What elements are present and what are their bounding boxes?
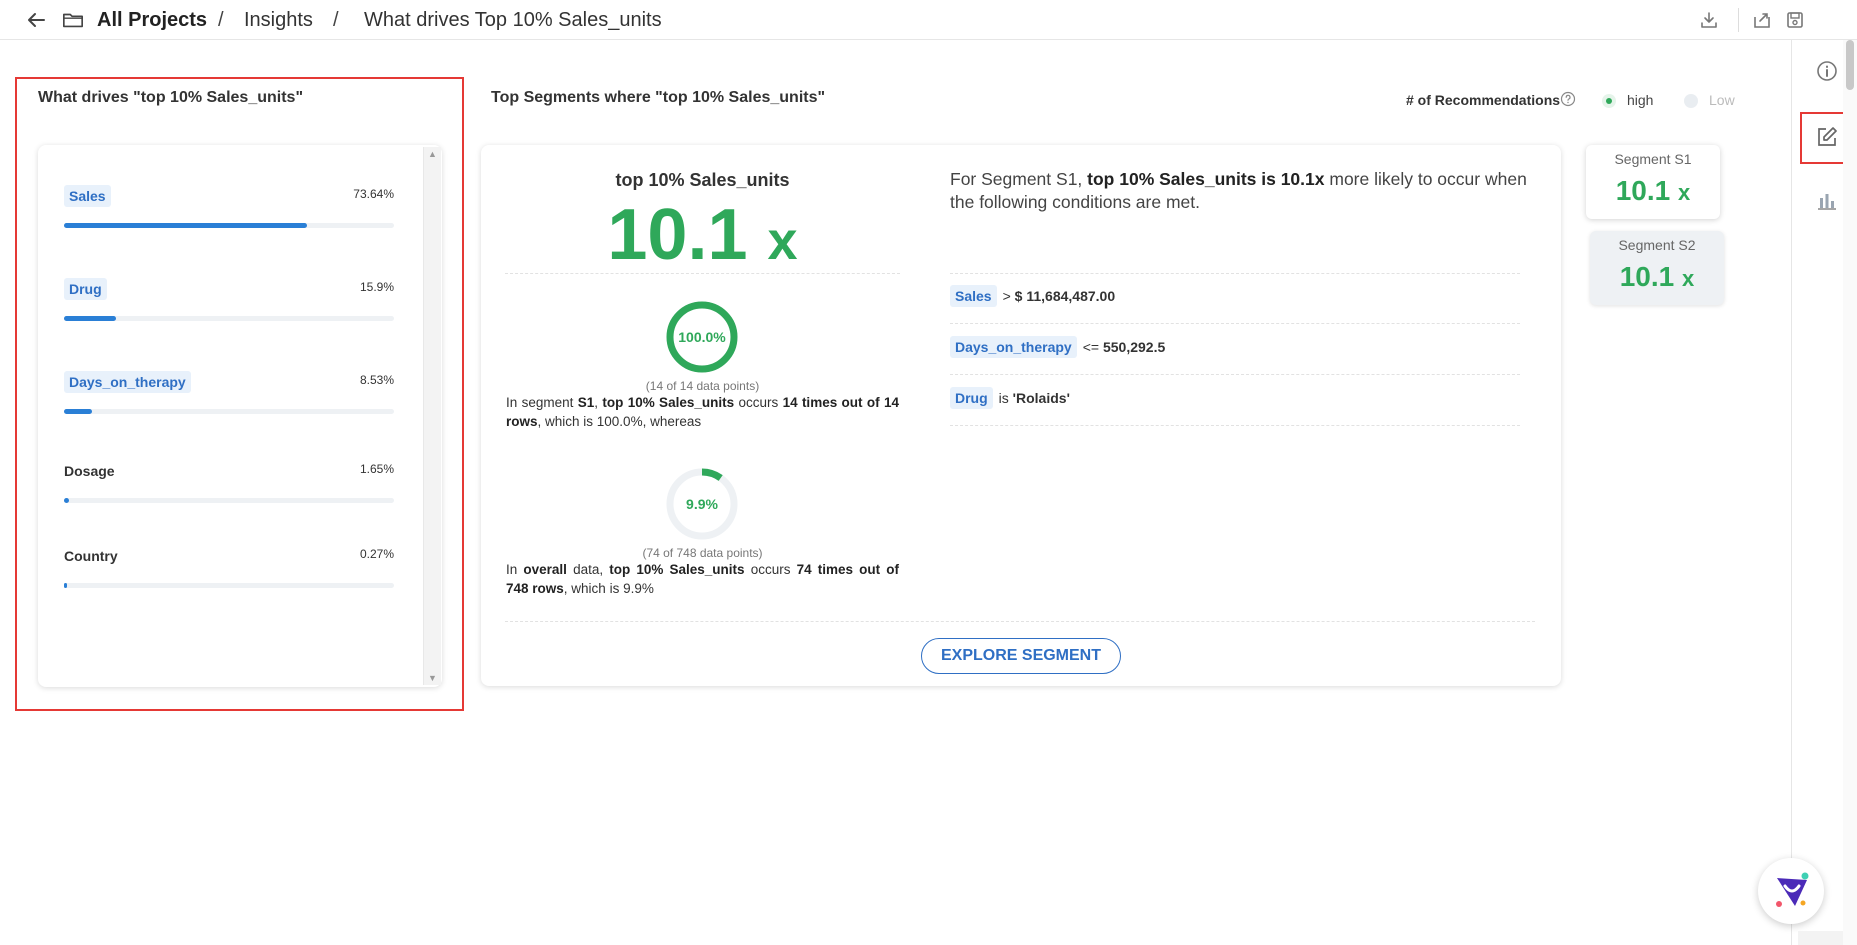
- segment-summary: For Segment S1, top 10% Sales_units is 1…: [950, 169, 1527, 212]
- segment-card-number: 10.1: [1615, 175, 1671, 206]
- radio-high[interactable]: [1602, 94, 1616, 108]
- driver-bar-track: [64, 583, 394, 588]
- driver-row[interactable]: Dosage 1.65%: [64, 460, 394, 510]
- divider: [505, 621, 1535, 622]
- breadcrumb-separator: /: [218, 9, 224, 31]
- driver-label: Days_on_therapy: [64, 371, 191, 393]
- driver-bar-fill: [64, 498, 69, 503]
- drivers-scrollbar[interactable]: ▲ ▼: [423, 147, 441, 685]
- segment-card-s1[interactable]: Segment S1 10.1 x: [1586, 145, 1720, 219]
- page-vertical-scrollbar[interactable]: [1843, 40, 1857, 945]
- driver-label: Drug: [64, 278, 107, 300]
- drivers-title: What drives "top 10% Sales_units": [38, 89, 304, 106]
- driver-row[interactable]: Sales 73.64%: [64, 185, 394, 235]
- divider: [950, 323, 1520, 324]
- segment-card-s2[interactable]: Segment S2 10.1 x: [1590, 231, 1724, 305]
- divider: [950, 425, 1520, 426]
- condition-operator: <=: [1082, 339, 1103, 355]
- share-icon[interactable]: [1752, 10, 1772, 30]
- breadcrumb-insights[interactable]: Insights: [244, 9, 313, 32]
- driver-bar-fill: [64, 409, 92, 414]
- condition-row: Sales > $ 11,684,487.00: [950, 285, 1115, 307]
- segment-card-value: 10.1 x: [1586, 175, 1720, 207]
- driver-percentage: 15.9%: [359, 280, 394, 294]
- top-header: All Projects / Insights / What drives To…: [0, 0, 1857, 40]
- driver-bar-fill: [64, 583, 67, 588]
- segment-card-unit: x: [1682, 266, 1695, 291]
- driver-bar-track: [64, 316, 394, 321]
- driver-label: Dosage: [64, 463, 115, 479]
- radio-low-label[interactable]: Low: [1709, 92, 1735, 108]
- chat-assistant-icon: [1776, 872, 1809, 907]
- overall-explanation: In overall data, top 10% Sales_units occ…: [506, 562, 900, 596]
- edit-icon[interactable]: [1815, 125, 1839, 149]
- segment-data-points: (14 of 14 data points): [645, 379, 760, 393]
- driver-percentage: 8.53%: [359, 373, 394, 387]
- chat-assistant-button[interactable]: [1758, 858, 1824, 924]
- scroll-up-icon[interactable]: ▲: [428, 149, 437, 159]
- driver-row[interactable]: Drug 15.9%: [64, 278, 394, 328]
- scroll-down-icon[interactable]: ▼: [428, 673, 437, 683]
- driver-label: Country: [64, 548, 118, 564]
- segment-donut-label: 100.0%: [678, 329, 726, 345]
- driver-row[interactable]: Days_on_therapy 8.53%: [64, 371, 394, 421]
- condition-value: 550,292.5: [1102, 339, 1166, 355]
- driver-bar-track: [64, 409, 394, 414]
- overall-donut-label: 9.9%: [686, 496, 718, 512]
- segment-multiplier: 10.1 x: [505, 194, 900, 282]
- condition-row: Drug is 'Rolaids': [950, 387, 1070, 409]
- help-circle-icon[interactable]: [1560, 91, 1576, 107]
- download-icon[interactable]: [1699, 10, 1719, 30]
- recommendations-label: # of Recommendations: [1406, 92, 1561, 108]
- driver-bar-fill: [64, 316, 116, 321]
- divider: [950, 374, 1520, 375]
- driver-percentage: 0.27%: [359, 547, 394, 561]
- divider: [950, 273, 1520, 274]
- segment-card-number: 10.1: [1619, 261, 1675, 292]
- radio-high-label[interactable]: high: [1627, 92, 1653, 108]
- folder-icon: [63, 13, 83, 28]
- explore-segment-button[interactable]: EXPLORE SEGMENT: [921, 638, 1121, 674]
- breadcrumb-all-projects[interactable]: All Projects: [97, 9, 207, 32]
- page-horizontal-scrollbar[interactable]: [1798, 931, 1843, 945]
- breadcrumb-current-page: What drives Top 10% Sales_units: [364, 9, 662, 31]
- bar-chart-icon[interactable]: [1815, 188, 1839, 212]
- condition-row: Days_on_therapy <= 550,292.5: [950, 336, 1165, 358]
- driver-percentage: 1.65%: [359, 462, 394, 476]
- segment-target-name: top 10% Sales_units: [615, 170, 790, 190]
- breadcrumb-separator: /: [333, 9, 339, 31]
- driver-bar-track: [64, 223, 394, 228]
- driver-row[interactable]: Country 0.27%: [64, 545, 394, 595]
- segment-card-value: 10.1 x: [1590, 261, 1724, 293]
- right-rail-divider: [1791, 40, 1792, 945]
- overall-data-points: (74 of 748 data points): [642, 546, 763, 560]
- driver-bar-fill: [64, 223, 307, 228]
- radio-low[interactable]: [1684, 94, 1698, 108]
- multiplier-value: 10.1: [607, 195, 748, 275]
- segments-title: Top Segments where "top 10% Sales_units": [491, 89, 826, 106]
- condition-value: 'Rolaids': [1012, 390, 1070, 406]
- arrow-left-icon[interactable]: [24, 8, 48, 32]
- segment-explanation: In segment S1, top 10% Sales_units occur…: [506, 395, 899, 429]
- driver-percentage: 73.64%: [353, 187, 394, 201]
- segment-card-title: Segment S1: [1614, 151, 1692, 167]
- condition-operator: is: [998, 390, 1013, 406]
- info-icon[interactable]: [1815, 59, 1839, 83]
- header-divider: [1738, 8, 1739, 32]
- save-icon[interactable]: [1785, 10, 1805, 30]
- condition-operator: >: [1002, 288, 1015, 304]
- driver-bar-track: [64, 498, 394, 503]
- condition-field: Days_on_therapy: [950, 336, 1077, 358]
- condition-field: Drug: [950, 387, 993, 409]
- driver-label: Sales: [64, 185, 111, 207]
- scrollbar-thumb[interactable]: [1846, 40, 1854, 90]
- condition-field: Sales: [950, 285, 997, 307]
- segment-card-unit: x: [1678, 180, 1691, 205]
- multiplier-unit: x: [767, 211, 798, 271]
- divider: [505, 273, 900, 274]
- condition-value: $ 11,684,487.00: [1014, 288, 1116, 304]
- segment-card-title: Segment S2: [1618, 237, 1696, 253]
